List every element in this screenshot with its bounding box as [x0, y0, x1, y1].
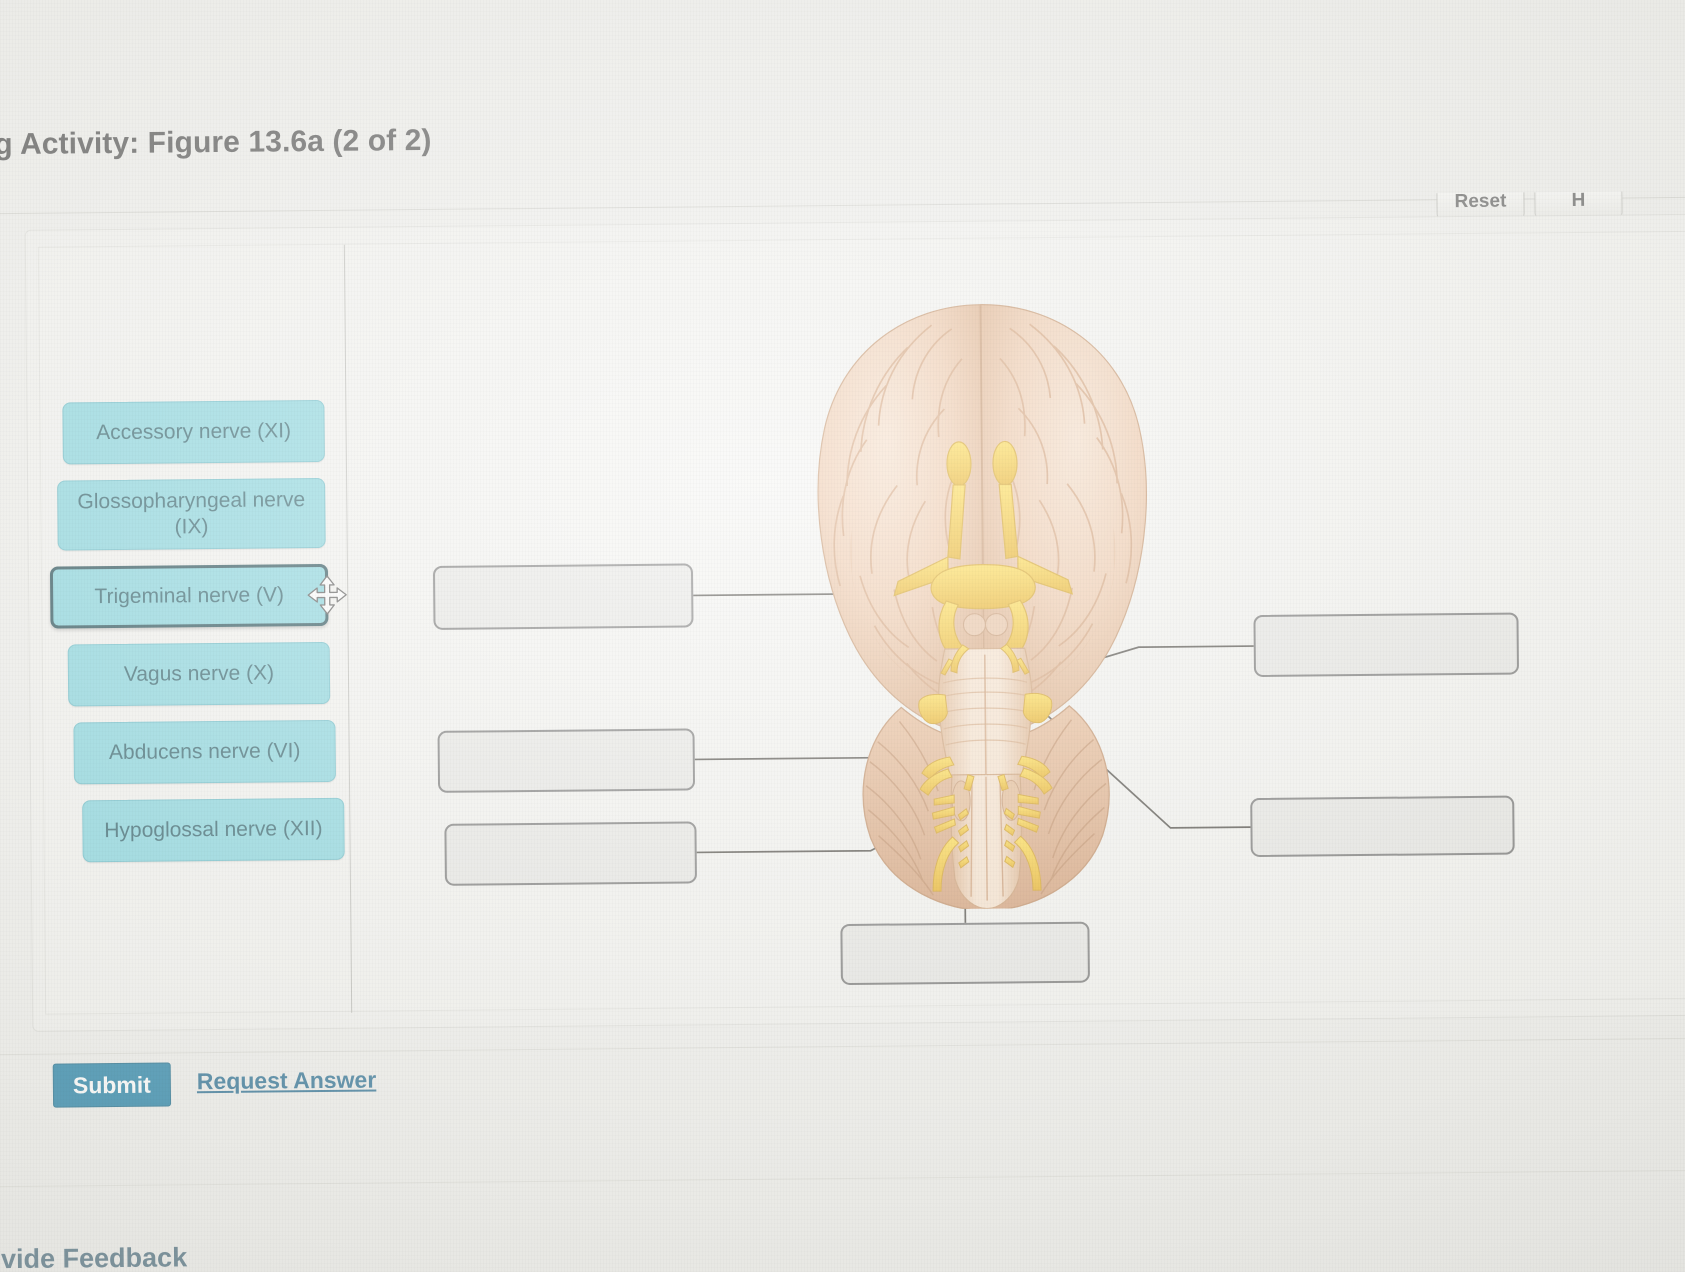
draggable-label-accessory-nerve[interactable]: Accessory nerve (XI) [62, 399, 325, 465]
activity-card: Accessory nerve (XI) Glossopharyngeal ne… [24, 213, 1685, 1032]
label-text: Glossopharyngeal nerve (IX) [77, 488, 306, 539]
request-answer-link[interactable]: Request Answer [197, 1066, 377, 1095]
draggable-label-abducens-nerve[interactable]: Abducens nerve (VI) [73, 719, 336, 785]
header-divider [0, 196, 1685, 215]
brain-illustration [745, 286, 1221, 912]
draggable-label-trigeminal-nerve[interactable]: Trigeminal nerve (V) [49, 563, 347, 629]
figure-area [345, 232, 1685, 1013]
drop-target-2[interactable] [437, 728, 696, 793]
drop-target-4[interactable] [840, 921, 1090, 986]
page-title: ng Activity: Figure 13.6a (2 of 2) [0, 123, 432, 162]
label-text: Vagus nerve (X) [123, 661, 275, 686]
drop-target-1[interactable] [432, 563, 694, 630]
activity-pane: Accessory nerve (XI) Glossopharyngeal ne… [37, 230, 1685, 1015]
label-text: Trigeminal nerve (V) [94, 583, 285, 609]
label-bank: Accessory nerve (XI) Glossopharyngeal ne… [48, 399, 347, 879]
label-text: Accessory nerve (XI) [96, 419, 292, 445]
provide-feedback-link[interactable]: ovide Feedback [0, 1242, 187, 1272]
drop-target-5[interactable] [1253, 612, 1520, 678]
reset-button[interactable]: Reset [1436, 184, 1524, 219]
label-text: Abducens nerve (VI) [108, 739, 301, 765]
help-button[interactable]: H [1534, 183, 1622, 218]
bottom-divider [0, 1169, 1685, 1188]
label-text: Hypoglossal nerve (XII) [104, 817, 323, 843]
draggable-label-vagus-nerve[interactable]: Vagus nerve (X) [67, 641, 331, 707]
drop-target-3[interactable] [444, 821, 697, 886]
move-cursor-icon [307, 575, 347, 615]
submit-button[interactable]: Submit [52, 1062, 172, 1108]
draggable-label-hypoglossal-nerve[interactable]: Hypoglossal nerve (XII) [82, 797, 345, 863]
screen-photo: ng Activity: Figure 13.6a (2 of 2) Reset… [0, 0, 1685, 1272]
footer-divider [0, 1037, 1685, 1056]
drop-target-6[interactable] [1250, 795, 1515, 858]
draggable-label-glossopharyngeal-nerve[interactable]: Glossopharyngeal nerve (IX) [57, 477, 326, 551]
